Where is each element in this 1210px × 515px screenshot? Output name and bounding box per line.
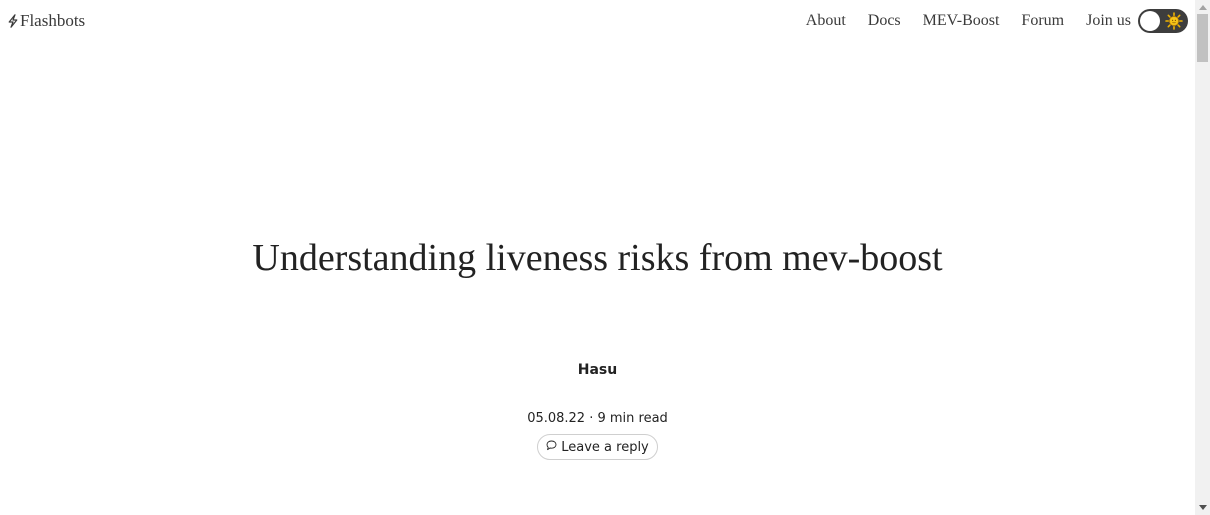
nav-link-join-us[interactable]: Join us: [1086, 9, 1131, 33]
leave-reply-label: Leave a reply: [561, 439, 649, 455]
page: Flashbots About Docs MEV-Boost Forum Joi…: [0, 0, 1195, 515]
vertical-scrollbar[interactable]: [1195, 0, 1210, 515]
post-meta: 05.08.22 · 9 min read: [527, 411, 668, 426]
post-author: Hasu: [577, 362, 618, 378]
nav-link-forum[interactable]: Forum: [1021, 9, 1064, 33]
scroll-down-arrow-icon[interactable]: [1199, 505, 1207, 510]
theme-toggle[interactable]: [1138, 9, 1188, 33]
reply-container: Leave a reply: [0, 434, 1195, 460]
post-title: Understanding liveness risks from mev-bo…: [252, 237, 943, 279]
nav-link-mev-boost[interactable]: MEV-Boost: [923, 9, 1000, 33]
scrollbar-thumb[interactable]: [1197, 14, 1208, 62]
sun-icon: [1165, 12, 1183, 30]
nav-link-about[interactable]: About: [806, 9, 846, 33]
top-nav: About Docs MEV-Boost Forum Join us: [806, 9, 1188, 33]
scroll-up-arrow-icon[interactable]: [1199, 5, 1207, 10]
nav-link-docs[interactable]: Docs: [868, 9, 901, 33]
toggle-knob: [1140, 11, 1160, 31]
lightning-bolt-icon: [7, 14, 19, 28]
leave-reply-button[interactable]: Leave a reply: [537, 434, 658, 460]
brand-link[interactable]: Flashbots: [7, 11, 85, 31]
speech-bubble-icon: [546, 440, 557, 455]
brand-name: Flashbots: [20, 11, 86, 30]
